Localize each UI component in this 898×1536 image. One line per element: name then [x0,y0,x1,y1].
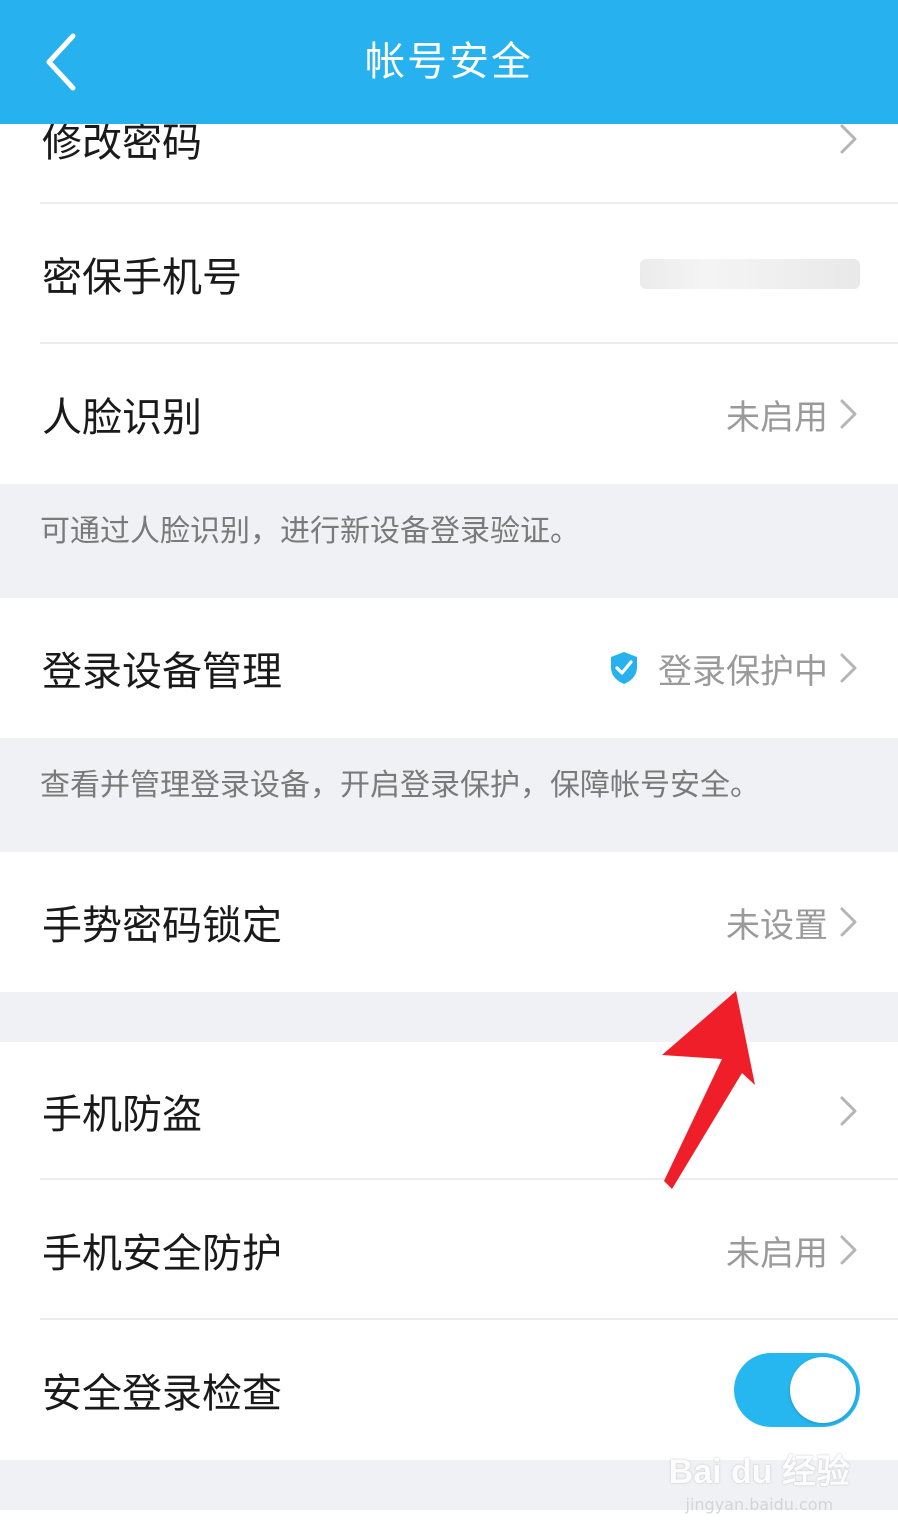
watermark-logo: Bai du 经验 [668,1453,850,1491]
chevron-right-icon [840,907,857,937]
row-value: 未设置 [726,905,828,946]
page-title: 帐号安全 [365,39,533,85]
hint-device: 查看并管理登录设备，开启登录保护，保障帐号安全。 [0,738,898,852]
red-arrow-icon [662,991,755,1189]
row-label: 密保手机号 [42,255,242,301]
account-security-page: 帐号安全 修改密码 密保手机号 人脸识别 未启用 可通过人脸识别，进行新设备登录… [0,0,898,1536]
row-phone-protection[interactable]: 手机安全防护 未启用 [0,1180,898,1320]
chevron-right-icon [840,124,857,154]
baidu-watermark: Bai du 经验 jingyan.baidu.com [669,1444,850,1514]
row-value: 未启用 [726,397,828,438]
row-device-management[interactable]: 登录设备管理 登录保护中 [0,598,898,738]
row-label: 手机安全防护 [42,1231,282,1277]
row-value: 未启用 [726,1233,828,1274]
row-label: 手势密码锁定 [42,903,282,949]
toggle-knob [790,1357,856,1423]
row-safe-login-check: 安全登录检查 [0,1320,898,1460]
watermark-url: jingyan.baidu.com [685,1495,834,1514]
row-label: 手机防盗 [42,1092,202,1138]
hint-face: 可通过人脸识别，进行新设备登录验证。 [0,484,898,598]
row-gesture-lock[interactable]: 手势密码锁定 未设置 [0,852,898,992]
chevron-right-icon [840,653,857,683]
chevron-right-icon [840,399,857,429]
chevron-right-icon [840,1096,857,1126]
row-label: 登录设备管理 [42,649,282,695]
chevron-right-icon [840,1235,857,1265]
nav-bar: 帐号安全 [0,0,898,124]
row-face-recognition[interactable]: 人脸识别 未启用 [0,344,898,484]
hint-text: 查看并管理登录设备，开启登录保护，保障帐号安全。 [40,768,760,803]
safe-login-toggle[interactable] [734,1353,860,1427]
row-label: 人脸识别 [42,395,202,441]
row-security-phone[interactable]: 密保手机号 [0,204,898,344]
row-value: 登录保护中 [658,651,828,692]
shield-check-icon [611,652,637,684]
redacted-phone-number [640,259,860,289]
row-label: 安全登录检查 [42,1371,282,1417]
hint-text: 可通过人脸识别，进行新设备登录验证。 [40,514,580,549]
